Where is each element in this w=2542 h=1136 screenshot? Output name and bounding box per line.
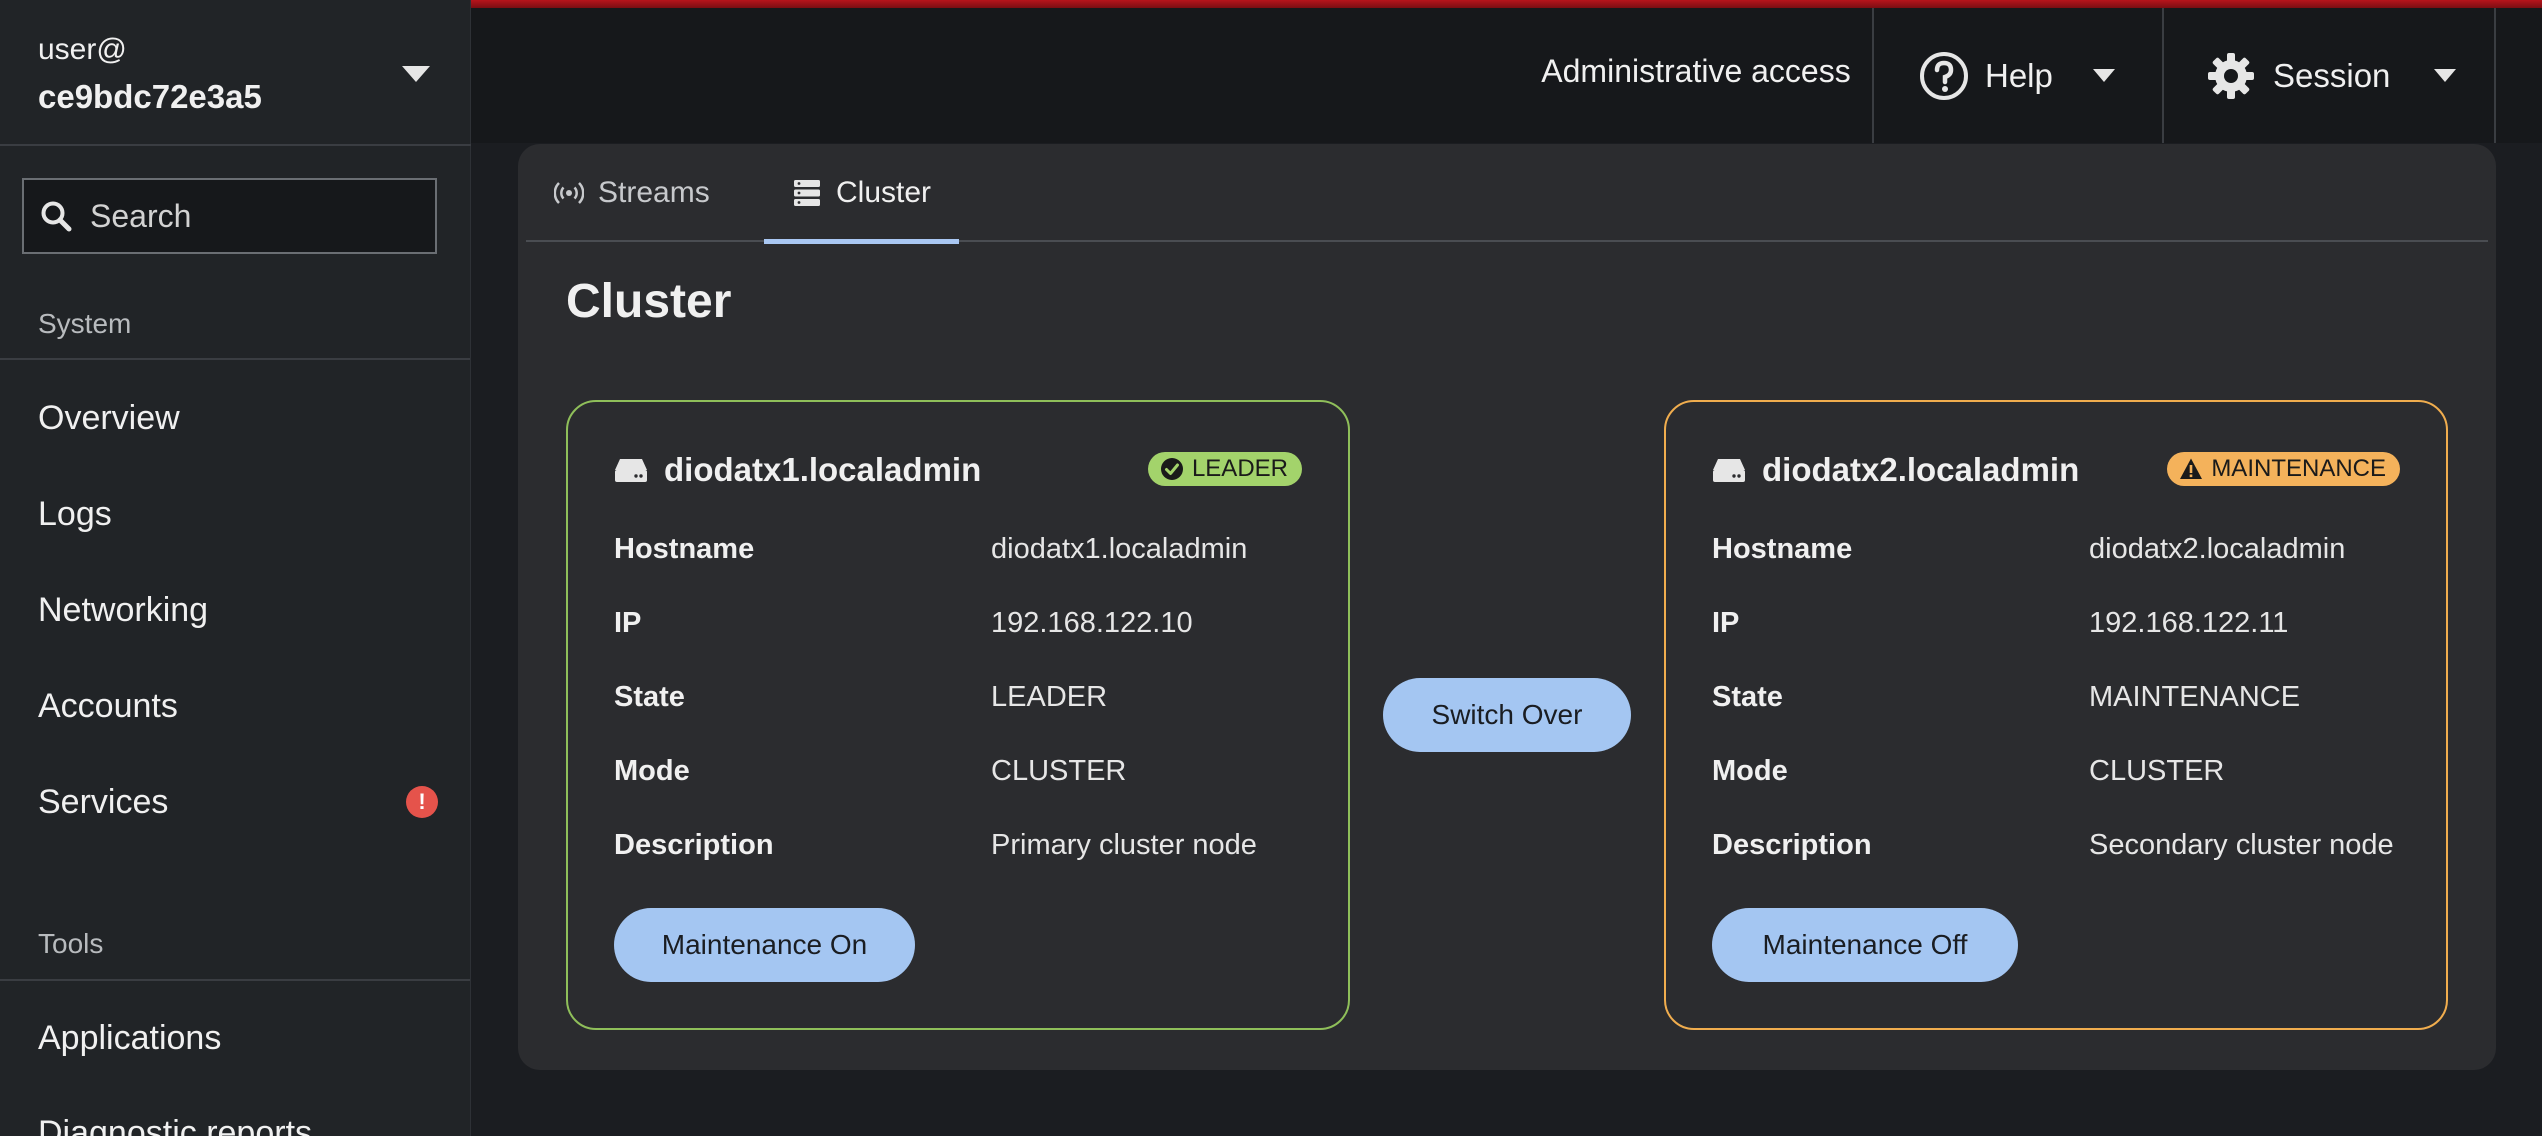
chevron-down-icon <box>2434 69 2457 82</box>
detail-value: 192.168.122.11 <box>2089 606 2289 639</box>
detail-key: Mode <box>614 754 690 787</box>
badge-label: LEADER <box>1191 455 1288 482</box>
tab-cluster[interactable]: Cluster <box>764 144 960 244</box>
sidebar-item-overview[interactable]: Overview <box>0 383 470 453</box>
page-title: Cluster <box>566 275 732 328</box>
nav-divider <box>0 979 470 981</box>
detail-value: MAINTENANCE <box>2089 680 2301 713</box>
badge-label: MAINTENANCE <box>2211 455 2386 482</box>
hard-drive-icon <box>1713 459 1745 482</box>
detail-row: State LEADER <box>614 677 1314 717</box>
detail-key: State <box>614 680 685 713</box>
detail-value: CLUSTER <box>2089 754 2225 787</box>
sidebar-item-accounts[interactable]: Accounts <box>0 671 470 741</box>
detail-row: State MAINTENANCE <box>1712 677 2412 717</box>
detail-row: Description Secondary cluster node <box>1712 825 2412 865</box>
detail-row: Hostname diodatx1.localadmin <box>614 529 1314 569</box>
node-header: diodatx1.localadmin LEADER <box>614 450 1302 490</box>
node-card-leader: diodatx1.localadmin LEADER Hostname diod… <box>566 400 1350 1030</box>
warning-triangle-icon <box>2180 458 2203 479</box>
gear-icon <box>2208 52 2254 99</box>
help-icon <box>1920 51 1968 100</box>
tab-bar: Streams Cluster <box>526 144 2488 244</box>
help-label: Help <box>1985 56 2053 94</box>
sidebar-item-label: Accounts <box>38 686 178 725</box>
main-card: Streams Cluster Cluster diodatx1.localad… <box>518 144 2496 1070</box>
sidebar-item-label: Diagnostic reports <box>38 1113 313 1136</box>
tab-label: Cluster <box>836 176 932 209</box>
administrative-access-button[interactable]: Administrative access <box>1501 0 1891 143</box>
sidebar-item-logs[interactable]: Logs <box>0 479 470 549</box>
broadcast-icon <box>554 182 584 204</box>
detail-key: IP <box>614 606 642 639</box>
status-badge: LEADER <box>1147 452 1302 486</box>
detail-row: Mode CLUSTER <box>1712 751 2412 791</box>
detail-value: 192.168.122.10 <box>991 606 1193 639</box>
sidebar-item-diagnostic-reports[interactable]: Diagnostic reports <box>0 1098 470 1136</box>
switch-over-button[interactable]: Switch Over <box>1383 678 1631 752</box>
detail-key: Hostname <box>614 532 755 565</box>
search-input[interactable] <box>90 197 420 235</box>
detail-key: Mode <box>1712 754 1788 787</box>
sidebar-item-label: Applications <box>38 1018 222 1057</box>
nav-section-tools: Tools <box>38 928 104 959</box>
sidebar-item-applications[interactable]: Applications <box>0 1003 470 1073</box>
sidebar-item-label: Services <box>38 782 169 821</box>
check-circle-icon <box>1160 458 1183 480</box>
maintenance-on-button[interactable]: Maintenance On <box>614 908 915 982</box>
status-badge: MAINTENANCE <box>2167 452 2400 486</box>
sidebar-item-services[interactable]: Services ! <box>0 767 470 837</box>
detail-key: IP <box>1712 606 1740 639</box>
detail-key: State <box>1712 680 1783 713</box>
sidebar-item-label: Networking <box>38 590 209 629</box>
detail-row: Mode CLUSTER <box>614 751 1314 791</box>
detail-key: Description <box>1712 828 1872 861</box>
server-rack-icon <box>794 180 820 206</box>
sidebar-item-label: Logs <box>38 494 112 533</box>
nav-divider <box>0 358 470 360</box>
detail-value: diodatx1.localadmin <box>991 532 1248 565</box>
help-menu-button[interactable]: Help <box>1871 8 2159 143</box>
search-box <box>22 178 437 254</box>
host-switcher[interactable]: user@ ce9bdc72e3a5 <box>0 0 471 146</box>
detail-row: IP 192.168.122.11 <box>1712 603 2412 643</box>
sidebar: user@ ce9bdc72e3a5 System Overview Logs … <box>0 0 471 1136</box>
sidebar-item-networking[interactable]: Networking <box>0 575 470 645</box>
node-header: diodatx2.localadmin MAINTENANCE <box>1712 450 2400 490</box>
host-name: ce9bdc72e3a5 <box>38 78 262 115</box>
detail-row: Hostname diodatx2.localadmin <box>1712 529 2412 569</box>
node-title: diodatx2.localadmin <box>1762 451 2080 488</box>
detail-value: Secondary cluster node <box>2089 828 2394 861</box>
node-card-maintenance: diodatx2.localadmin MAINTENANCE Hostname… <box>1664 400 2448 1030</box>
maintenance-off-button[interactable]: Maintenance Off <box>1712 908 2018 982</box>
detail-value: CLUSTER <box>991 754 1127 787</box>
detail-key: Hostname <box>1712 532 1853 565</box>
sidebar-item-label: Overview <box>38 398 180 437</box>
tab-streams[interactable]: Streams <box>554 144 710 242</box>
nav-section-system: System <box>38 308 132 339</box>
chevron-down-icon[interactable] <box>402 66 430 82</box>
session-menu-button[interactable]: Session <box>2163 8 2493 143</box>
detail-row: Description Primary cluster node <box>614 825 1314 865</box>
chevron-down-icon <box>2092 69 2115 82</box>
node-title: diodatx1.localadmin <box>664 451 982 488</box>
detail-row: IP 192.168.122.10 <box>614 603 1314 643</box>
admin-access-label: Administrative access <box>1541 53 1851 89</box>
hard-drive-icon <box>615 459 647 482</box>
top-bar: Administrative access Help Session <box>471 0 2542 143</box>
detail-value: diodatx2.localadmin <box>2089 532 2346 565</box>
session-label: Session <box>2273 56 2391 94</box>
detail-key: Description <box>614 828 774 861</box>
detail-value: Primary cluster node <box>991 828 1257 861</box>
search-icon <box>41 201 72 232</box>
alert-icon: ! <box>406 786 438 818</box>
host-user: user@ <box>38 33 127 66</box>
tab-label: Streams <box>598 176 710 209</box>
detail-value: LEADER <box>991 680 1108 713</box>
divider <box>2494 8 2496 143</box>
